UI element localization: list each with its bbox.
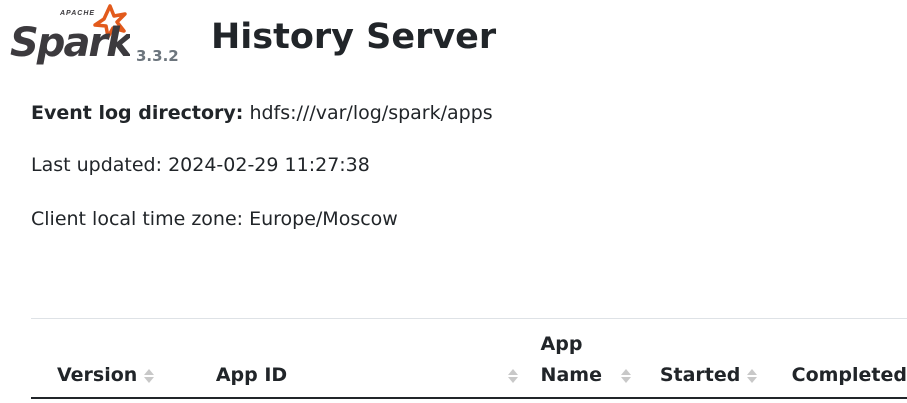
spark-logo-icon: APACHE Spark bbox=[10, 4, 137, 66]
page-title: History Server bbox=[211, 17, 497, 57]
column-label: Completed bbox=[791, 364, 907, 386]
sort-icon[interactable] bbox=[507, 366, 519, 386]
column-label: Version bbox=[57, 364, 138, 386]
column-header-app-id[interactable]: App ID bbox=[188, 319, 541, 399]
column-label: App Name bbox=[540, 333, 602, 386]
page-header: APACHE Spark 3.3.2 History Server bbox=[0, 0, 907, 80]
client-time-zone: Client local time zone: Europe/Moscow bbox=[31, 208, 398, 230]
column-header-started[interactable]: Started bbox=[650, 319, 768, 399]
column-header-app-name[interactable]: App Name bbox=[540, 319, 651, 399]
svg-text:Spark: Spark bbox=[10, 20, 130, 66]
event-log-value: hdfs:///var/log/spark/apps bbox=[249, 102, 493, 124]
applications-table-container: Version App ID App Name Started Complete… bbox=[31, 318, 907, 403]
last-updated: Last updated: 2024-02-29 11:27:38 bbox=[31, 154, 370, 176]
table-header-row: Version App ID App Name Started Complete… bbox=[31, 319, 907, 399]
spark-version: 3.3.2 bbox=[136, 47, 179, 65]
apache-spark-logo[interactable]: APACHE Spark bbox=[8, 4, 137, 66]
sort-icon[interactable] bbox=[620, 366, 632, 386]
event-log-label: Event log directory: bbox=[31, 102, 244, 124]
event-log-directory: Event log directory: hdfs:///var/log/spa… bbox=[31, 101, 493, 125]
column-label: Started bbox=[659, 364, 741, 386]
sort-icon[interactable] bbox=[143, 366, 155, 386]
svg-text:APACHE: APACHE bbox=[59, 10, 95, 17]
column-header-version[interactable]: Version bbox=[31, 319, 189, 399]
column-label: App ID bbox=[215, 364, 288, 386]
sort-icon[interactable] bbox=[746, 366, 758, 386]
column-header-completed[interactable]: Completed bbox=[767, 319, 907, 399]
applications-table: Version App ID App Name Started Complete… bbox=[31, 319, 907, 399]
